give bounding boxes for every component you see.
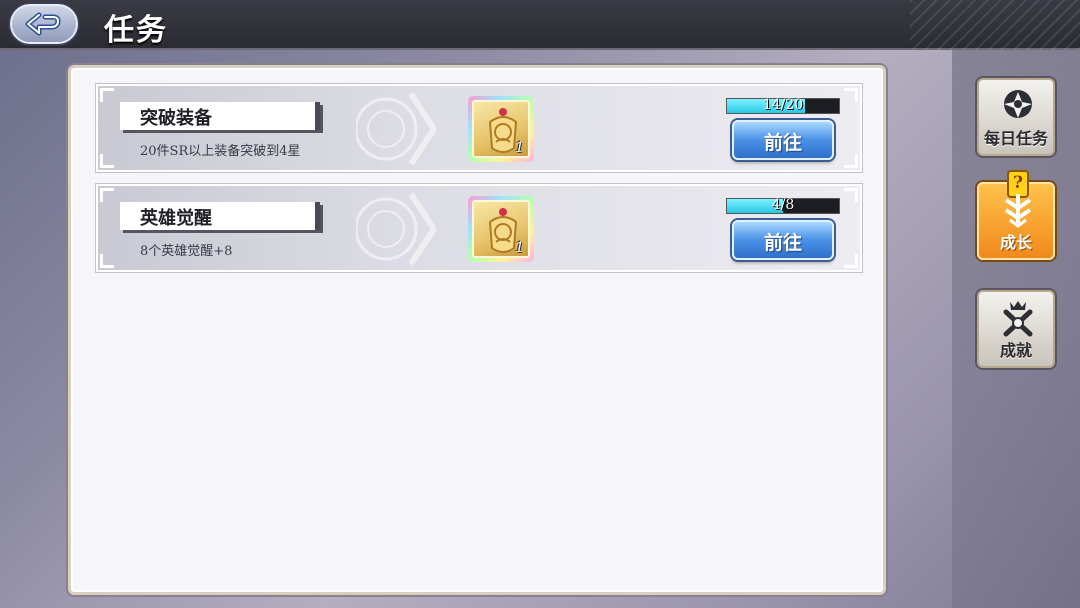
task-title-bar: 英雄觉醒 [120,202,320,230]
card-emblem-decoration [356,192,436,266]
task-title: 英雄觉醒 [140,208,212,229]
tab-growth[interactable]: ? 成长 [977,170,1055,260]
reward-count: 1 [515,140,524,156]
tab-label: 成就 [999,341,1032,360]
card-corner [844,154,858,168]
card-corner [844,254,858,268]
reward-card: 1 [472,200,530,258]
tab-achievements[interactable]: 成就 [977,290,1055,368]
tab-label: 成长 [999,233,1032,252]
task-card: 突破装备 20件SR以上装备突破到4星 1 14/20 前往 [95,83,863,173]
reward-item[interactable]: 1 [468,196,534,262]
task-card: 英雄觉醒 8个英雄觉醒+8 1 4/8 前往 [95,183,863,273]
go-button-label: 前往 [763,132,802,154]
back-button[interactable] [10,4,78,44]
task-list-panel: 突破装备 20件SR以上装备突破到4星 1 14/20 前往 英雄觉醒 8个英雄… [66,63,888,597]
go-button[interactable]: 前往 [732,120,834,160]
go-button[interactable]: 前往 [732,220,834,260]
daily-task-icon [1004,90,1032,118]
reward-count: 1 [515,240,524,256]
page-title: 任务 [104,13,168,48]
task-title-bar: 突破装备 [120,102,320,130]
progress-text: 14/20 [762,97,804,113]
card-corner [100,154,114,168]
card-corner [844,88,858,102]
reward-item[interactable]: 1 [468,96,534,162]
back-arrow-icon [25,12,61,36]
card-corner [100,254,114,268]
task-title: 突破装备 [140,108,212,129]
achievement-icon [1003,301,1033,337]
top-bar: 任务 [0,0,1080,50]
task-description: 20件SR以上装备突破到4星 [140,144,301,159]
card-corner [100,88,114,102]
card-corner [844,188,858,202]
growth-icon [1004,194,1032,228]
tab-label: 每日任务 [983,129,1048,148]
top-bar-decoration [910,0,1080,50]
go-button-label: 前往 [763,232,802,254]
reward-card: 1 [472,100,530,158]
tab-daily-tasks[interactable]: 每日任务 [977,78,1055,156]
task-progress-bar: 14/20 [726,97,840,114]
progress-text: 4/8 [771,197,795,213]
task-description: 8个英雄觉醒+8 [140,244,233,259]
card-emblem-decoration [356,92,436,166]
card-corner [100,188,114,202]
task-progress-bar: 4/8 [726,197,840,214]
